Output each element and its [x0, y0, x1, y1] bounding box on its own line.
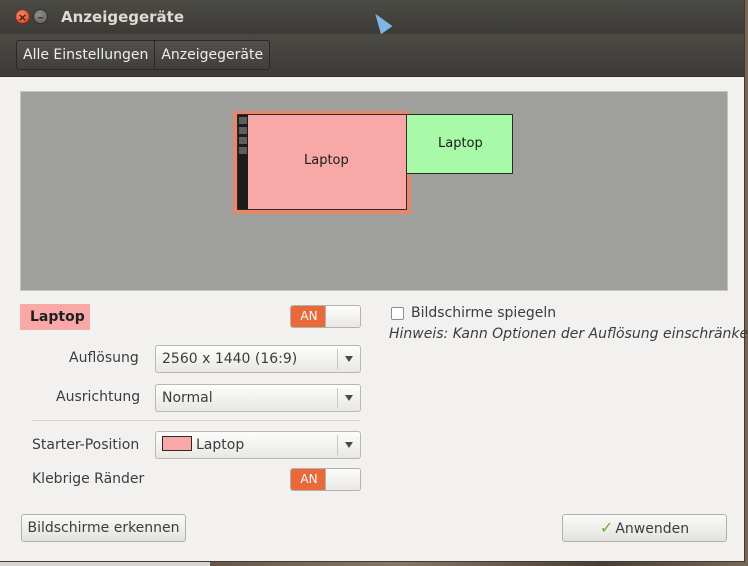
mirror-displays-checkbox[interactable]: [391, 307, 404, 320]
title-bar: × – Anzeigegeräte: [0, 0, 744, 35]
toggle-knob: [325, 469, 360, 490]
rotation-select[interactable]: Normal: [155, 384, 361, 412]
launcher-strip: [238, 115, 248, 209]
toolbar: Alle Einstellungen Anzeigegeräte: [0, 34, 744, 77]
window-title: Anzeigegeräte: [61, 8, 185, 26]
chevron-down-icon: [337, 435, 360, 455]
monitor-secondary-label: Laptop: [438, 136, 483, 151]
mouse-pointer-icon: [369, 9, 393, 35]
apply-button[interactable]: ✓ Anwenden: [562, 514, 727, 542]
monitor-color-swatch: [162, 436, 192, 451]
resolution-label: Auflösung: [69, 350, 139, 366]
breadcrumb-all-settings[interactable]: Alle Einstellungen: [17, 41, 154, 69]
toggle-knob: [325, 306, 360, 327]
breadcrumb: Alle Einstellungen Anzeigegeräte: [16, 40, 271, 70]
detect-displays-button[interactable]: Bildschirme erkennen: [21, 514, 186, 542]
breadcrumb-displays[interactable]: Anzeigegeräte: [154, 41, 269, 69]
divider: [32, 420, 360, 421]
sticky-edges-toggle[interactable]: AN: [290, 468, 361, 491]
monitor-primary-label: Laptop: [304, 153, 349, 168]
chevron-down-icon: [337, 388, 360, 408]
rotation-value: Normal: [162, 390, 213, 406]
rotation-label: Ausrichtung: [56, 389, 141, 405]
launcher-position-value: Laptop: [196, 437, 245, 453]
sticky-edges-label: Klebrige Ränder: [32, 471, 145, 487]
apply-button-label: Anwenden: [615, 521, 690, 537]
resolution-value: 2560 x 1440 (16:9): [162, 351, 298, 367]
sticky-edges-toggle-on: AN: [291, 469, 327, 490]
monitor-primary[interactable]: Laptop: [237, 114, 407, 210]
chevron-down-icon: [337, 349, 360, 369]
launcher-position-label: Starter-Position: [32, 437, 140, 453]
selected-display-name: Laptop: [20, 304, 90, 330]
checkmark-icon: ✓: [599, 518, 614, 537]
monitor-secondary[interactable]: Laptop: [406, 114, 513, 174]
monitor-arrangement-preview[interactable]: Laptop Laptop: [20, 91, 728, 291]
launcher-position-select[interactable]: Laptop: [155, 431, 361, 459]
minimize-icon[interactable]: –: [33, 9, 48, 24]
mirror-displays-label[interactable]: Bildschirme spiegeln: [411, 305, 556, 321]
display-power-toggle[interactable]: AN: [290, 305, 361, 328]
close-icon[interactable]: ×: [15, 9, 30, 24]
display-power-toggle-on: AN: [291, 306, 327, 327]
displays-window: × – Anzeigegeräte Alle Einstellungen Anz…: [0, 0, 748, 562]
mirror-hint-text: Hinweis: Kann Optionen der Auflösung ein…: [389, 326, 748, 342]
resolution-select[interactable]: 2560 x 1440 (16:9): [155, 345, 361, 373]
